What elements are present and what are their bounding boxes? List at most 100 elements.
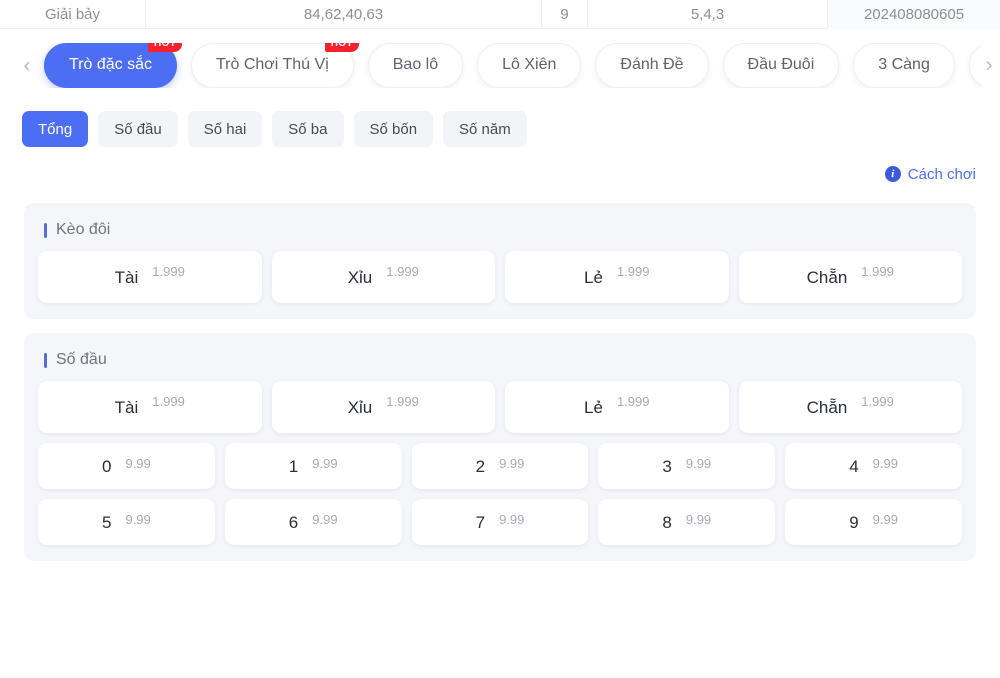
bet-option-odds: 1.999: [616, 264, 650, 279]
result-cell-numbers: 84,62,40,63: [146, 0, 542, 29]
bet-option-odds: 1.999: [861, 264, 894, 279]
hot-badge: HOT: [147, 42, 182, 52]
bet-section-so-dau: Số đầu Tài 1.999 Xỉu 1.999 Lẻ 1.999 Chẵn…: [24, 333, 976, 561]
category-carousel: ‹ Trò đặc sắc HOT Trò Chơi Thú Vị HOT Ba…: [0, 29, 1000, 101]
bet-option-tai[interactable]: Tài 1.999: [38, 381, 262, 433]
bet-option-digit-8[interactable]: 8 9.99: [598, 499, 776, 545]
category-tab-lo-xien[interactable]: Lô Xiên: [477, 42, 582, 88]
subtab-label: Số bốn: [369, 120, 418, 138]
category-tab-3-cang[interactable]: 3 Càng: [853, 42, 955, 88]
bet-option-label: Lẻ: [584, 267, 603, 287]
bet-option-odds: 1.999: [861, 394, 894, 409]
bet-option-odds: 9.99: [872, 456, 898, 471]
subtab-so-bon[interactable]: Số bốn: [353, 111, 434, 147]
section-accent-bar: [44, 222, 47, 238]
bet-option-digit-3[interactable]: 3 9.99: [598, 443, 776, 489]
bet-option-label: 0: [102, 456, 112, 476]
bet-option-le[interactable]: Lẻ 1.999: [505, 381, 729, 433]
category-tab-dau-duoi[interactable]: Đầu Đuôi: [722, 42, 840, 88]
subtab-tong[interactable]: Tổng: [22, 111, 89, 147]
bet-option-label: 8: [662, 512, 672, 532]
subtab-so-nam[interactable]: Số năm: [443, 111, 527, 147]
bet-option-odds: 1.999: [152, 264, 185, 279]
result-cell-extra: 5,4,3: [588, 0, 828, 29]
bet-option-label: 4: [849, 456, 859, 476]
subtab-bar: Tổng Số đầu Số hai Số ba Số bốn Số năm: [0, 101, 1000, 155]
bet-row: 5 9.99 6 9.99 7 9.99 8 9.99 9 9.99: [38, 499, 962, 545]
subtab-label: Số năm: [459, 120, 511, 138]
bet-option-odds: 1.999: [616, 394, 650, 409]
subtab-label: Số ba: [288, 120, 328, 138]
subtab-so-ba[interactable]: Số ba: [272, 111, 344, 147]
result-cell-special: 9: [542, 0, 588, 29]
bet-option-label: 7: [475, 512, 486, 532]
category-tab-label: Lô Xiên: [502, 56, 557, 73]
category-tab-label: Đầu Đuôi: [747, 56, 815, 73]
category-tab-label: Trò đặc sắc: [69, 56, 152, 73]
bet-option-odds: 1.999: [386, 394, 419, 409]
bet-option-label: 2: [475, 456, 486, 476]
bet-row: 0 9.99 1 9.99 2 9.99 3 9.99 4 9.99: [38, 443, 962, 489]
bet-option-label: 6: [288, 512, 299, 532]
result-strip: Giải bảy 84,62,40,63 9 5,4,3 20240808060…: [0, 0, 1000, 29]
bet-option-tai[interactable]: Tài 1.999: [38, 251, 262, 303]
bet-option-odds: 9.99: [872, 512, 898, 527]
bet-option-odds: 1.999: [152, 394, 185, 409]
bet-option-odds: 9.99: [685, 512, 712, 527]
bet-option-odds: 9.99: [312, 512, 338, 527]
carousel-prev-icon[interactable]: ‹: [18, 55, 36, 76]
bet-section-keo-doi: Kèo đôi Tài 1.999 Xỉu 1.999 Lẻ 1.999 Chẵ…: [24, 203, 976, 319]
carousel-next-icon[interactable]: ›: [980, 55, 998, 76]
section-title: Số đầu: [38, 347, 962, 381]
bet-option-digit-6[interactable]: 6 9.99: [224, 499, 402, 545]
category-tab-tro-choi-thu-vi[interactable]: Trò Chơi Thú Vị HOT: [191, 42, 359, 88]
result-cell-issue-id: 202408080605: [828, 0, 1000, 29]
bet-option-xiu[interactable]: Xỉu 1.999: [271, 381, 495, 433]
bet-option-odds: 1.999: [386, 264, 419, 279]
bet-option-label: Xỉu: [347, 397, 373, 417]
hot-badge: HOT: [324, 42, 359, 52]
subtab-label: Tổng: [38, 120, 73, 138]
info-icon: i: [884, 166, 901, 182]
bet-row: Tài 1.999 Xỉu 1.999 Lẻ 1.999 Chẵn 1.999: [38, 381, 962, 433]
bet-option-odds: 9.99: [125, 512, 151, 527]
bet-row: Tài 1.999 Xỉu 1.999 Lẻ 1.999 Chẵn 1.999: [38, 251, 962, 303]
bet-option-le[interactable]: Lẻ 1.999: [505, 251, 729, 303]
bet-option-odds: 9.99: [499, 512, 525, 527]
bet-option-label: 3: [662, 456, 672, 476]
how-to-play-link[interactable]: i Cách chơi: [884, 165, 976, 183]
bet-option-xiu[interactable]: Xỉu 1.999: [271, 251, 495, 303]
bet-option-label: Tài: [114, 267, 139, 287]
bet-option-odds: 9.99: [685, 456, 712, 471]
bet-option-odds: 9.99: [499, 456, 525, 471]
bet-option-chan[interactable]: Chẵn 1.999: [738, 251, 962, 303]
bet-option-digit-0[interactable]: 0 9.99: [38, 443, 215, 489]
bet-option-digit-5[interactable]: 5 9.99: [38, 499, 215, 545]
bet-option-label: Chẵn: [806, 397, 848, 417]
subtab-so-dau[interactable]: Số đầu: [98, 111, 178, 147]
category-tab-label: Bao lô: [392, 56, 439, 73]
bet-option-chan[interactable]: Chẵn 1.999: [738, 381, 962, 433]
subtab-so-hai[interactable]: Số hai: [187, 111, 263, 147]
category-tab-tro-dac-sac[interactable]: Trò đặc sắc HOT: [44, 42, 182, 88]
bet-option-label: 1: [288, 456, 299, 476]
category-tab-danh-de[interactable]: Đánh Đề: [595, 42, 709, 88]
bet-option-digit-4[interactable]: 4 9.99: [785, 443, 962, 489]
category-tab-bao-lo[interactable]: Bao lô: [367, 42, 464, 88]
bet-option-digit-9[interactable]: 9 9.99: [785, 499, 962, 545]
bet-option-odds: 9.99: [125, 456, 151, 471]
section-title-label: Số đầu: [56, 351, 107, 368]
bet-option-odds: 9.99: [312, 456, 338, 471]
category-tab-label: 3 Càng: [878, 56, 930, 73]
bet-option-label: Xỉu: [347, 267, 373, 287]
bet-option-label: 5: [102, 512, 112, 532]
category-tab-label: Đánh Đề: [620, 56, 684, 73]
bet-option-digit-2[interactable]: 2 9.99: [411, 443, 589, 489]
bet-option-digit-1[interactable]: 1 9.99: [224, 443, 402, 489]
how-to-play-label: Cách chơi: [907, 165, 976, 183]
category-track: Trò đặc sắc HOT Trò Chơi Thú Vị HOT Bao …: [36, 42, 982, 88]
bet-option-digit-7[interactable]: 7 9.99: [411, 499, 589, 545]
bet-option-label: 9: [849, 512, 859, 532]
bet-option-label: Chẵn: [806, 267, 848, 287]
bet-option-label: Tài: [114, 397, 139, 417]
